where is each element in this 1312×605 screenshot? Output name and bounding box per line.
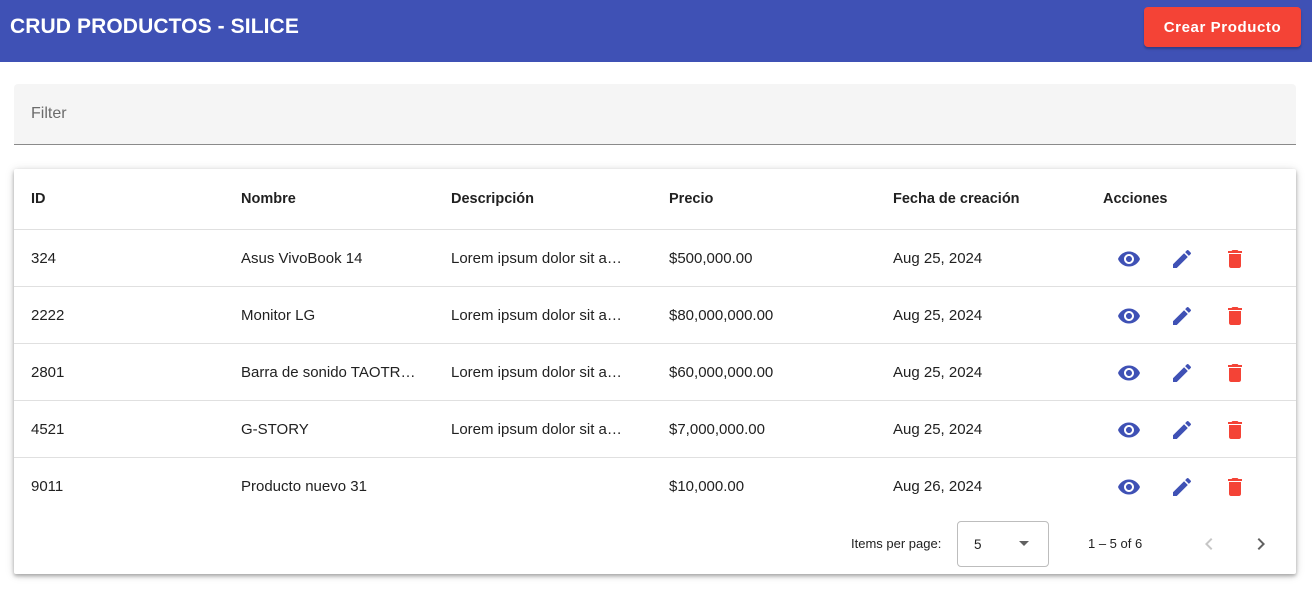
cell-id: 2222: [31, 306, 65, 324]
products-table: ID Nombre Descripción Precio Fecha de cr…: [14, 169, 1296, 574]
previous-page-button[interactable]: [1194, 529, 1224, 559]
cell-descripcion: Lorem ipsum dolor sit a…: [451, 401, 631, 457]
table-header-row: ID Nombre Descripción Precio Fecha de cr…: [14, 169, 1296, 230]
cell-fecha: Aug 26, 2024: [893, 478, 983, 495]
column-header-descripcion: Descripción: [451, 191, 534, 207]
create-product-button[interactable]: Crear Producto: [1144, 7, 1301, 47]
chevron-right-icon: [1257, 538, 1265, 550]
cell-fecha: Aug 25, 2024: [893, 249, 983, 267]
cell-nombre: Monitor LG: [241, 287, 419, 343]
pencil-icon: [1173, 249, 1192, 268]
next-page-button[interactable]: [1246, 529, 1276, 559]
cell-descripcion-text: Lorem ipsum dolor sit a…: [451, 249, 622, 267]
trash-icon: [1228, 364, 1242, 382]
eye-icon: [1118, 308, 1140, 324]
cell-descripcion: Lorem ipsum dolor sit a…: [451, 230, 631, 286]
dropdown-arrow-icon: [1019, 541, 1029, 546]
trash-icon: [1228, 307, 1242, 325]
chevron-left-icon: [1205, 538, 1213, 550]
pencil-icon: [1173, 363, 1192, 382]
cell-nombre-text: Asus VivoBook 14: [241, 249, 363, 267]
delete-button[interactable]: [1220, 244, 1250, 274]
cell-precio: $7,000,000.00: [669, 420, 765, 438]
cell-precio: $10,000.00: [669, 478, 745, 495]
delete-button[interactable]: [1220, 415, 1250, 445]
table-row: 2801 Barra de sonido TAOTR… Lorem ipsum …: [14, 344, 1296, 401]
column-header-nombre: Nombre: [241, 191, 296, 207]
cell-descripcion-text: Lorem ipsum dolor sit a…: [451, 306, 622, 324]
table-row: 4521 G-STORY Lorem ipsum dolor sit a… $7…: [14, 401, 1296, 458]
delete-button[interactable]: [1220, 301, 1250, 331]
items-per-page-value: 5: [974, 537, 982, 552]
cell-precio: $60,000,000.00: [669, 363, 774, 381]
cell-fecha: Aug 25, 2024: [893, 306, 983, 324]
eye-icon: [1118, 251, 1140, 267]
pencil-icon: [1173, 477, 1192, 496]
cell-descripcion: Lorem ipsum dolor sit a…: [451, 287, 631, 343]
cell-id: 324: [31, 249, 57, 267]
table-row: 2222 Monitor LG Lorem ipsum dolor sit a……: [14, 287, 1296, 344]
cell-id: 4521: [31, 420, 65, 438]
cell-fecha: Aug 25, 2024: [893, 420, 983, 438]
table-row: 324 Asus VivoBook 14 Lorem ipsum dolor s…: [14, 230, 1296, 287]
cell-nombre-text: G-STORY: [241, 420, 309, 438]
edit-button[interactable]: [1167, 358, 1197, 388]
table-row: 9011 Producto nuevo 31 $10,000.00 Aug 26…: [14, 458, 1296, 515]
items-per-page-label: Items per page:: [851, 536, 942, 551]
view-button[interactable]: [1114, 358, 1144, 388]
edit-button[interactable]: [1167, 244, 1197, 274]
pencil-icon: [1173, 306, 1192, 325]
cell-id: 2801: [31, 363, 65, 381]
delete-button[interactable]: [1220, 358, 1250, 388]
filter-input[interactable]: [14, 84, 1296, 144]
cell-descripcion-text: Lorem ipsum dolor sit a…: [451, 420, 622, 438]
column-header-acciones: Acciones: [1103, 191, 1168, 207]
eye-icon: [1118, 365, 1140, 381]
page-range-label: 1 – 5 of 6: [1088, 536, 1143, 551]
edit-button[interactable]: [1167, 415, 1197, 445]
eye-icon: [1118, 479, 1140, 495]
cell-nombre: Producto nuevo 31: [241, 458, 419, 515]
cell-nombre: Barra de sonido TAOTR…: [241, 344, 419, 400]
trash-icon: [1228, 250, 1242, 268]
cell-nombre-text: Producto nuevo 31: [241, 478, 367, 495]
cell-fecha: Aug 25, 2024: [893, 363, 983, 381]
paginator: Items per page: 5 1 – 5 of 6: [14, 511, 1296, 574]
column-header-id: ID: [31, 191, 46, 207]
edit-button[interactable]: [1167, 301, 1197, 331]
cell-descripcion: Lorem ipsum dolor sit a…: [451, 344, 631, 400]
cell-nombre-text: Barra de sonido TAOTR…: [241, 363, 416, 381]
column-header-fecha: Fecha de creación: [893, 191, 1020, 207]
eye-icon: [1118, 422, 1140, 438]
column-header-precio: Precio: [669, 191, 714, 207]
cell-descripcion: [451, 458, 631, 515]
cell-descripcion-text: Lorem ipsum dolor sit a…: [451, 363, 622, 381]
cell-precio: $80,000,000.00: [669, 306, 774, 324]
view-button[interactable]: [1114, 415, 1144, 445]
trash-icon: [1228, 478, 1242, 496]
cell-precio: $500,000.00: [669, 249, 753, 267]
trash-icon: [1228, 421, 1242, 439]
delete-button[interactable]: [1220, 472, 1250, 502]
cell-nombre-text: Monitor LG: [241, 306, 316, 324]
app-title: CRUD PRODUCTOS - SILICE: [10, 15, 299, 38]
view-button[interactable]: [1114, 244, 1144, 274]
cell-nombre: G-STORY: [241, 401, 419, 457]
edit-button[interactable]: [1167, 472, 1197, 502]
items-per-page-select[interactable]: 5: [957, 521, 1049, 567]
cell-nombre: Asus VivoBook 14: [241, 230, 419, 286]
filter-field[interactable]: [14, 84, 1296, 145]
view-button[interactable]: [1114, 301, 1144, 331]
view-button[interactable]: [1114, 472, 1144, 502]
app-toolbar: CRUD PRODUCTOS - SILICE Crear Producto: [0, 0, 1312, 62]
pencil-icon: [1173, 420, 1192, 439]
cell-id: 9011: [31, 478, 64, 495]
